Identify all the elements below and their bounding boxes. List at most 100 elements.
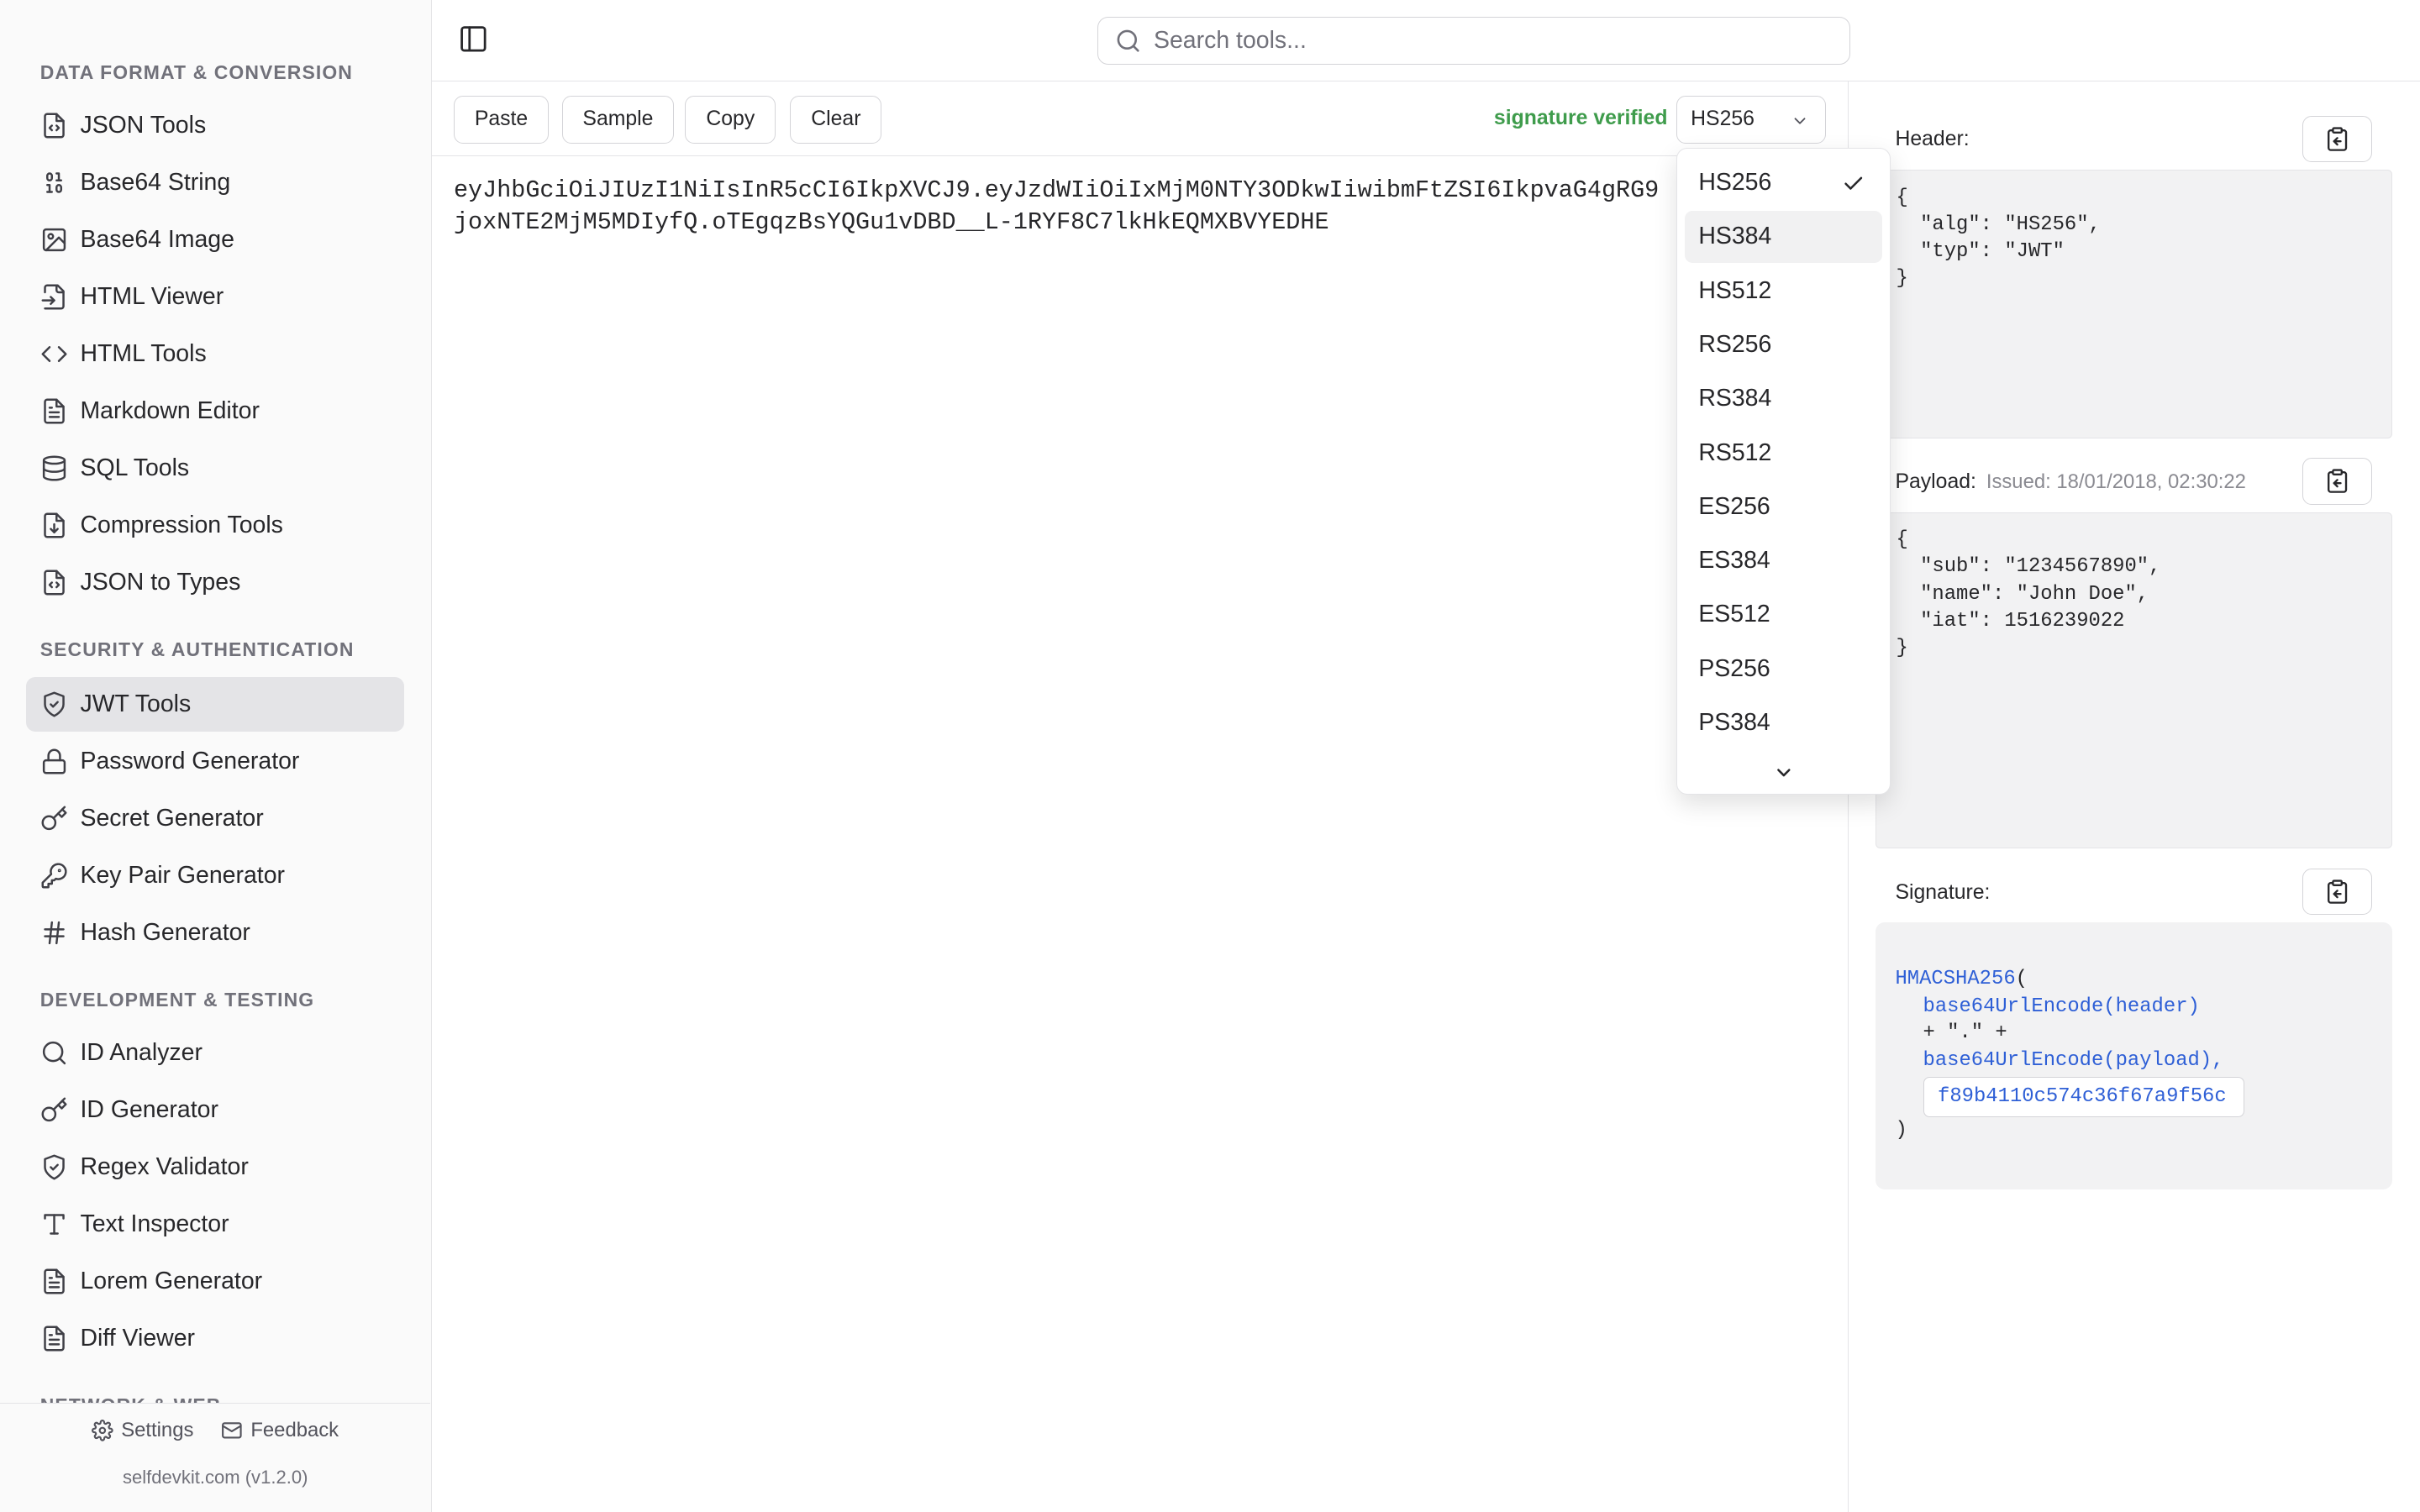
section-title-data-format: DATA FORMAT & CONVERSION [39, 61, 353, 84]
editor-toolbar: Paste Sample Copy Clear signature verifi… [432, 81, 1848, 156]
algorithm-select[interactable]: HS256 [1676, 95, 1826, 144]
option-label: RS384 [1698, 385, 1772, 412]
clear-button[interactable]: Clear [790, 95, 882, 144]
issued-timestamp: Issued: 18/01/2018, 02:30:22 [1986, 470, 2246, 494]
key-round-icon [40, 805, 68, 832]
sidebar-item-html-tools[interactable]: HTML Tools [26, 327, 404, 381]
token-line: joxNTE2MjM5MDIyfQ.oTEgqzBsYQGu1vDBD__L-1… [453, 208, 1329, 237]
option-label: ES256 [1698, 492, 1770, 520]
sidebar-item-markdown-editor[interactable]: Markdown Editor [26, 384, 404, 438]
sidebar-item-json-to-types[interactable]: JSON to Types [26, 555, 404, 609]
signature-open-paren: ( [2015, 967, 2028, 990]
payload-json[interactable]: { "sub": "1234567890", "name": "John Doe… [1875, 512, 2392, 849]
shield-check-icon [40, 1153, 68, 1181]
type-icon [40, 1210, 68, 1238]
algorithm-option-es512[interactable]: ES512 [1685, 589, 1882, 641]
file-text-icon [40, 1325, 68, 1352]
algorithm-option-es256[interactable]: ES256 [1685, 480, 1882, 533]
algorithm-option-rs256[interactable]: RS256 [1685, 318, 1882, 370]
option-label: PS256 [1698, 654, 1770, 682]
sidebar-item-label: Secret Generator [80, 804, 264, 832]
algorithm-select-value: HS256 [1691, 108, 1754, 131]
sidebar-item-html-viewer[interactable]: HTML Viewer [26, 270, 404, 323]
feedback-label: Feedback [250, 1418, 339, 1441]
signature-label: Signature: [1895, 880, 1991, 904]
option-label: PS384 [1698, 709, 1770, 737]
search-icon [40, 1039, 68, 1067]
algorithm-option-rs384[interactable]: RS384 [1685, 373, 1882, 425]
algorithm-option-ps384[interactable]: PS384 [1685, 696, 1882, 748]
sidebar-item-text-inspector[interactable]: Text Inspector [26, 1197, 404, 1251]
signature-concat: + "." + [1923, 1021, 2007, 1045]
lock-icon [40, 748, 68, 775]
clipboard-icon [2324, 879, 2350, 905]
secret-input[interactable] [1923, 1077, 2244, 1117]
settings-link[interactable]: Settings [92, 1419, 193, 1442]
sample-button[interactable]: Sample [561, 95, 675, 144]
sidebar-item-key-pair-generator[interactable]: Key Pair Generator [26, 848, 404, 902]
sidebar-item-label: Text Inspector [80, 1210, 229, 1237]
sidebar-item-compression-tools[interactable]: Compression Tools [26, 498, 404, 552]
sidebar-item-base64-image[interactable]: Base64 Image [26, 213, 404, 266]
sidebar-item-password-generator[interactable]: Password Generator [26, 734, 404, 788]
sidebar-item-id-generator[interactable]: ID Generator [26, 1083, 404, 1137]
sidebar-item-json-tools[interactable]: JSON Tools [26, 99, 404, 153]
algorithm-option-hs384[interactable]: HS384 [1684, 210, 1882, 264]
algorithm-option-ps256[interactable]: PS256 [1685, 643, 1882, 695]
sidebar-item-sql-tools[interactable]: SQL Tools [26, 441, 404, 495]
file-down-icon [40, 512, 68, 539]
section-title-network: NETWORK & WEB [40, 1394, 222, 1402]
copy-signature-button[interactable] [2302, 869, 2372, 916]
algorithm-option-es384[interactable]: ES384 [1685, 534, 1882, 586]
section-title-security: SECURITY & AUTHENTICATION [39, 638, 355, 661]
header-label: Header: [1895, 128, 1970, 151]
panel-left-icon [458, 24, 489, 57]
algorithm-option-rs512[interactable]: RS512 [1685, 427, 1882, 479]
copy-header-button[interactable] [2302, 115, 2372, 162]
algorithm-option-hs512[interactable]: HS512 [1685, 265, 1882, 317]
feedback-link[interactable]: Feedback [221, 1419, 339, 1442]
algorithm-option-hs256[interactable]: HS256 [1685, 156, 1882, 208]
sidebar-item-label: Password Generator [80, 747, 300, 774]
signature-header-encode: base64UrlEncode(header) [1923, 995, 2200, 1018]
option-label: HS384 [1698, 223, 1772, 250]
sidebar-item-secret-generator[interactable]: Secret Generator [26, 791, 404, 845]
option-label: HS256 [1698, 169, 1772, 197]
dropdown-scroll-down[interactable] [1773, 761, 1795, 783]
search-icon [1098, 28, 1154, 54]
sidebar-item-label: Compression Tools [80, 511, 283, 538]
jwt-token-input[interactable]: eyJhbGciOiJIUzI1NiIsInR5cCI6IkpXVCJ9.eyJ… [454, 175, 1688, 239]
sidebar-item-base64-string[interactable]: Base64 String [26, 156, 404, 210]
sidebar-item-id-analyzer[interactable]: ID Analyzer [26, 1026, 404, 1079]
paste-button[interactable]: Paste [453, 95, 550, 144]
sidebar-toggle-button[interactable] [458, 24, 492, 57]
sidebar-item-label: SQL Tools [80, 454, 190, 481]
sidebar-item-hash-generator[interactable]: Hash Generator [26, 906, 404, 959]
option-label: RS256 [1698, 331, 1772, 359]
settings-label: Settings [121, 1418, 194, 1441]
copy-button[interactable]: Copy [685, 95, 776, 144]
header-json[interactable]: { "alg": "HS256", "typ": "JWT" } [1875, 170, 2392, 438]
gear-icon [92, 1420, 113, 1441]
sidebar-item-label: Base64 Image [80, 226, 234, 254]
sidebar-item-label: JSON Tools [80, 112, 207, 139]
key-round-icon [40, 1096, 68, 1124]
sidebar-item-label: ID Analyzer [80, 1039, 203, 1067]
sidebar-nav: DATA FORMAT & CONVERSION JSON Tools Base… [0, 0, 430, 1403]
sidebar-item-label: Lorem Generator [80, 1267, 263, 1294]
sidebar-item-regex-validator[interactable]: Regex Validator [26, 1140, 404, 1194]
copy-payload-button[interactable] [2302, 458, 2372, 505]
signature-function: HMACSHA256 [1895, 967, 2016, 990]
option-label: HS512 [1698, 276, 1772, 304]
sidebar: DATA FORMAT & CONVERSION JSON Tools Base… [0, 0, 433, 1512]
mail-icon [221, 1420, 243, 1441]
search-input[interactable] [1153, 27, 1833, 55]
sidebar-item-label: Markdown Editor [80, 396, 260, 424]
sidebar-item-label: Key Pair Generator [80, 861, 286, 889]
sidebar-item-jwt-tools[interactable]: JWT Tools [26, 677, 405, 732]
sidebar-item-diff-viewer[interactable]: Diff Viewer [26, 1311, 404, 1365]
sidebar-item-label: HTML Viewer [80, 283, 224, 311]
sidebar-item-lorem-generator[interactable]: Lorem Generator [26, 1254, 404, 1308]
section-title-development: DEVELOPMENT & TESTING [39, 989, 315, 1011]
shield-check-icon [40, 690, 68, 718]
